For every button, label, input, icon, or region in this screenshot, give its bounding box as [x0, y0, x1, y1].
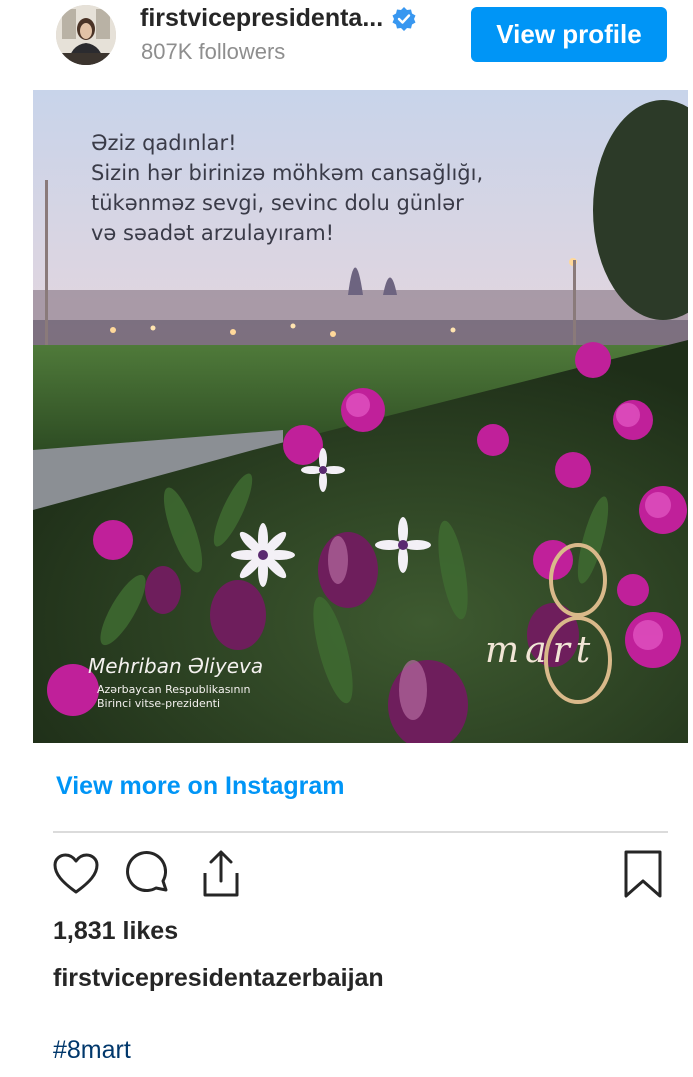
greeting-line: Əziz qadınlar!: [91, 131, 237, 155]
share-icon[interactable]: [195, 848, 247, 900]
username-row: firstvicepresidenta...: [140, 4, 417, 33]
heart-icon[interactable]: [50, 848, 102, 900]
followers-count: 807K followers: [141, 39, 286, 64]
view-more-link[interactable]: View more on Instagram: [56, 772, 345, 801]
action-bar: [0, 848, 693, 904]
post-image[interactable]: Əziz qadınlar! Sizin hər birinizə möhkəm…: [33, 90, 688, 743]
view-profile-button[interactable]: View profile: [471, 7, 667, 62]
signature-name: Mehriban Əliyeva: [88, 654, 264, 678]
greeting-line: Sizin hər birinizə möhkəm cansağlığı,: [91, 161, 484, 185]
username[interactable]: firstvicepresidenta...: [140, 4, 383, 33]
verified-badge-icon: [391, 6, 417, 32]
avatar[interactable]: [56, 5, 116, 65]
greeting-text: Əziz qadınlar! Sizin hər birinizə möhkəm…: [91, 128, 483, 248]
signature-title-line: Birinci vitse-prezidenti: [97, 697, 221, 710]
greeting-line: və səadət arzulayıram!: [91, 221, 335, 245]
bookmark-icon[interactable]: [617, 848, 669, 900]
hashtag-link[interactable]: #8mart: [53, 1036, 131, 1065]
comment-icon[interactable]: [122, 848, 174, 900]
caption-username[interactable]: firstvicepresidentazerbaijan: [53, 964, 384, 993]
post-header: firstvicepresidenta... 807K followers Vi…: [0, 0, 693, 80]
signature-title-line: Azərbaycan Respublikasının: [97, 683, 251, 696]
mart-word: mart: [485, 630, 597, 671]
likes-count[interactable]: 1,831 likes: [53, 917, 178, 946]
avatar-image: [56, 5, 116, 65]
greeting-line: tükənməz sevgi, sevinc dolu günlər: [91, 191, 464, 215]
divider: [53, 831, 668, 833]
